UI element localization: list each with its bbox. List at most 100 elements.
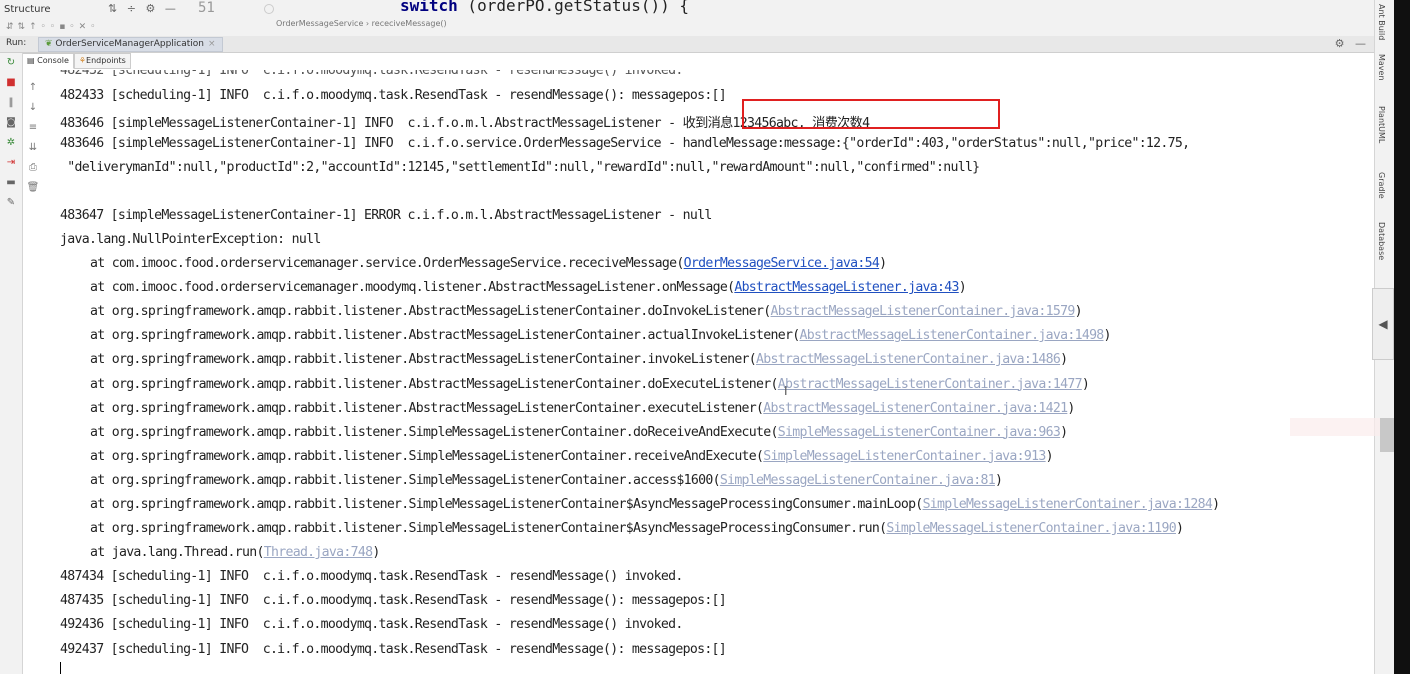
exit-icon[interactable]: ⇥ (0, 153, 22, 173)
structure-toolbar: ⇅ ÷ ⚙ — (108, 2, 182, 15)
stack-frame-method: at org.springframework.amqp.rabbit.liste… (90, 376, 778, 392)
paren: ) (1212, 497, 1220, 512)
highlight-box (742, 99, 1000, 129)
source-link[interactable]: SimpleMessageListenerContainer.java:963 (778, 425, 1061, 440)
code-rest: (orderPO.getStatus()) { (457, 0, 689, 15)
stack-frame-method: at org.springframework.amqp.rabbit.liste… (90, 352, 757, 368)
scroll-down-icon[interactable]: ↓ (24, 98, 42, 118)
debug-icon[interactable]: ✲ (0, 133, 22, 153)
tool-window-plantuml[interactable]: PlantUML (1377, 106, 1386, 143)
breadcrumb-method[interactable]: receciveMessage() (372, 19, 447, 28)
tab-endpoints-label: Endpoints (86, 56, 126, 65)
stack-frame: at org.springframework.amqp.rabbit.liste… (90, 448, 1054, 464)
pin-icon[interactable]: ✎ (0, 193, 22, 213)
stack-frame-method: at org.springframework.amqp.rabbit.liste… (90, 304, 771, 320)
expand-all-icon[interactable]: ÷ (127, 2, 136, 15)
source-link[interactable]: AbstractMessageListener.java:43 (734, 280, 959, 295)
source-link[interactable]: AbstractMessageListenerContainer.java:14… (778, 377, 1083, 392)
stack-frame-method: at com.imooc.food.orderservicemanager.se… (90, 256, 684, 271)
run-window-controls: ⚙ — (1335, 37, 1366, 50)
paren: ) (879, 256, 887, 271)
stack-frame: at org.springframework.amqp.rabbit.liste… (90, 352, 1068, 368)
stack-frame: at com.imooc.food.orderservicemanager.se… (90, 256, 887, 271)
console-icon: ▤ (27, 56, 35, 65)
input-caret (60, 662, 61, 674)
spring-boot-icon: ❦ (45, 39, 53, 49)
run-subtabs: ▤ Console ⚘Endpoints (22, 53, 131, 69)
stack-frame-method: at org.springframework.amqp.rabbit.liste… (90, 448, 764, 464)
tab-endpoints[interactable]: ⚘Endpoints (73, 53, 131, 69)
code-line[interactable]: switch (orderPO.getStatus()) { (400, 0, 689, 15)
tab-console[interactable]: ▤ Console (22, 53, 74, 69)
console-line: 483646 [simpleMessageListenerContainer-1… (60, 136, 1190, 151)
console-line: 487435 [scheduling-1] INFO c.i.f.o.moody… (60, 593, 727, 609)
pause-icon[interactable]: ‖ (0, 93, 22, 113)
source-link[interactable]: SimpleMessageListenerContainer.java:1190 (886, 521, 1176, 536)
tool-window-maven[interactable]: Maven (1377, 54, 1386, 81)
source-link[interactable]: SimpleMessageListenerContainer.java:1284 (923, 497, 1213, 512)
structure-panel-title: Structure (4, 4, 51, 15)
stack-frame: at org.springframework.amqp.rabbit.liste… (90, 401, 1075, 416)
gear-icon[interactable]: ⚙ (145, 2, 155, 15)
run-label: Run: (6, 38, 27, 48)
console-line-exception: java.lang.NullPointerException: null (60, 232, 321, 247)
paren: ) (1067, 400, 1075, 416)
console-line: "deliverymanId":null,"productId":2,"acco… (60, 160, 980, 175)
print-icon[interactable]: ⎙ (24, 158, 42, 178)
rerun-icon[interactable]: ↻ (0, 53, 22, 73)
breakpoint-gutter-icon[interactable] (264, 4, 274, 14)
tool-window-ant-build[interactable]: Ant Build (1377, 4, 1386, 40)
scroll-up-icon[interactable]: ↑ (24, 78, 42, 98)
source-link[interactable]: SimpleMessageListenerContainer.java:913 (763, 449, 1046, 464)
minimize-icon[interactable]: — (165, 2, 176, 15)
close-icon[interactable]: × (208, 39, 216, 49)
source-link[interactable]: AbstractMessageListenerContainer.java:15… (771, 304, 1076, 319)
stack-frame-method: at org.springframework.amqp.rabbit.liste… (90, 328, 800, 344)
console-line: 487434 [scheduling-1] INFO c.i.f.o.moody… (60, 569, 683, 584)
tool-window-gradle[interactable]: Gradle (1377, 172, 1386, 199)
soft-wrap-icon[interactable]: ≡ (24, 118, 42, 138)
blurred-overlay (1290, 418, 1380, 436)
stack-frame: at java.lang.Thread.run(Thread.java:748) (90, 545, 380, 560)
source-link[interactable]: AbstractMessageListenerContainer.java:14… (799, 328, 1104, 343)
trash-icon[interactable]: 🗑 (24, 178, 42, 198)
sort-icon[interactable]: ⇅ (108, 2, 117, 15)
source-link[interactable]: AbstractMessageListenerContainer.java:14… (756, 352, 1061, 367)
stack-frame-method: at org.springframework.amqp.rabbit.liste… (90, 400, 764, 416)
stack-frame-method: at org.springframework.amqp.rabbit.liste… (90, 472, 721, 488)
source-link[interactable]: OrderMessageService.java:54 (684, 256, 880, 271)
paren: ) (372, 545, 380, 561)
run-config-name: OrderServiceManagerApplication (55, 39, 204, 49)
console-line: 492437 [scheduling-1] INFO c.i.f.o.moody… (60, 641, 727, 657)
collapse-panel-icon[interactable]: ◀ (1372, 288, 1394, 360)
breadcrumb[interactable]: OrderMessageService › receciveMessage() (276, 19, 447, 28)
line-number: 51 (198, 0, 215, 16)
run-toolbar: Run: ❦ OrderServiceManagerApplication × ⚙… (0, 36, 1374, 53)
console-line: 482433 [scheduling-1] INFO c.i.f.o.moody… (60, 88, 727, 103)
code-keyword: switch (400, 0, 458, 15)
stack-frame: at org.springframework.amqp.rabbit.liste… (90, 472, 1003, 488)
scrollbar-thumb[interactable] (1380, 418, 1394, 452)
source-link[interactable]: Thread.java:748 (264, 545, 373, 560)
stack-frame: at org.springframework.amqp.rabbit.liste… (90, 376, 1090, 392)
scroll-to-end-icon[interactable]: ⇊ (24, 138, 42, 158)
screen-edge (1394, 0, 1410, 674)
structure-filter-icons[interactable]: ⇵⇅↑◦◦▪◦✕◦ (6, 22, 100, 32)
console-output[interactable]: 482432 [scheduling-1] INFO c.i.f.o.moody… (44, 70, 1366, 674)
stack-frame-method: at org.springframework.amqp.rabbit.liste… (90, 521, 887, 537)
stack-frame-method: at com.imooc.food.orderservicemanager.mo… (90, 280, 735, 296)
source-link[interactable]: AbstractMessageListenerContainer.java:14… (763, 401, 1068, 416)
source-link[interactable]: SimpleMessageListenerContainer.java:81 (720, 473, 996, 488)
layout-icon[interactable]: ▬ (0, 173, 22, 193)
stop-icon[interactable]: ■ (0, 73, 22, 93)
paren: ) (1045, 448, 1054, 464)
minimize-icon[interactable]: — (1355, 37, 1366, 50)
editor-top-strip: Structure ⇅ ÷ ⚙ — ⇵⇅↑◦◦▪◦✕◦ 51 switch (o… (0, 0, 1374, 37)
breadcrumb-class[interactable]: OrderMessageService (276, 19, 363, 28)
gear-icon[interactable]: ⚙ (1335, 37, 1345, 50)
stack-frame: at com.imooc.food.orderservicemanager.mo… (90, 280, 967, 296)
run-config-tab[interactable]: ❦ OrderServiceManagerApplication × (38, 37, 223, 52)
camera-icon[interactable]: ◙ (0, 113, 22, 133)
tool-window-database[interactable]: Database (1377, 222, 1386, 260)
console-line-error: 483647 [simpleMessageListenerContainer-1… (60, 208, 712, 223)
